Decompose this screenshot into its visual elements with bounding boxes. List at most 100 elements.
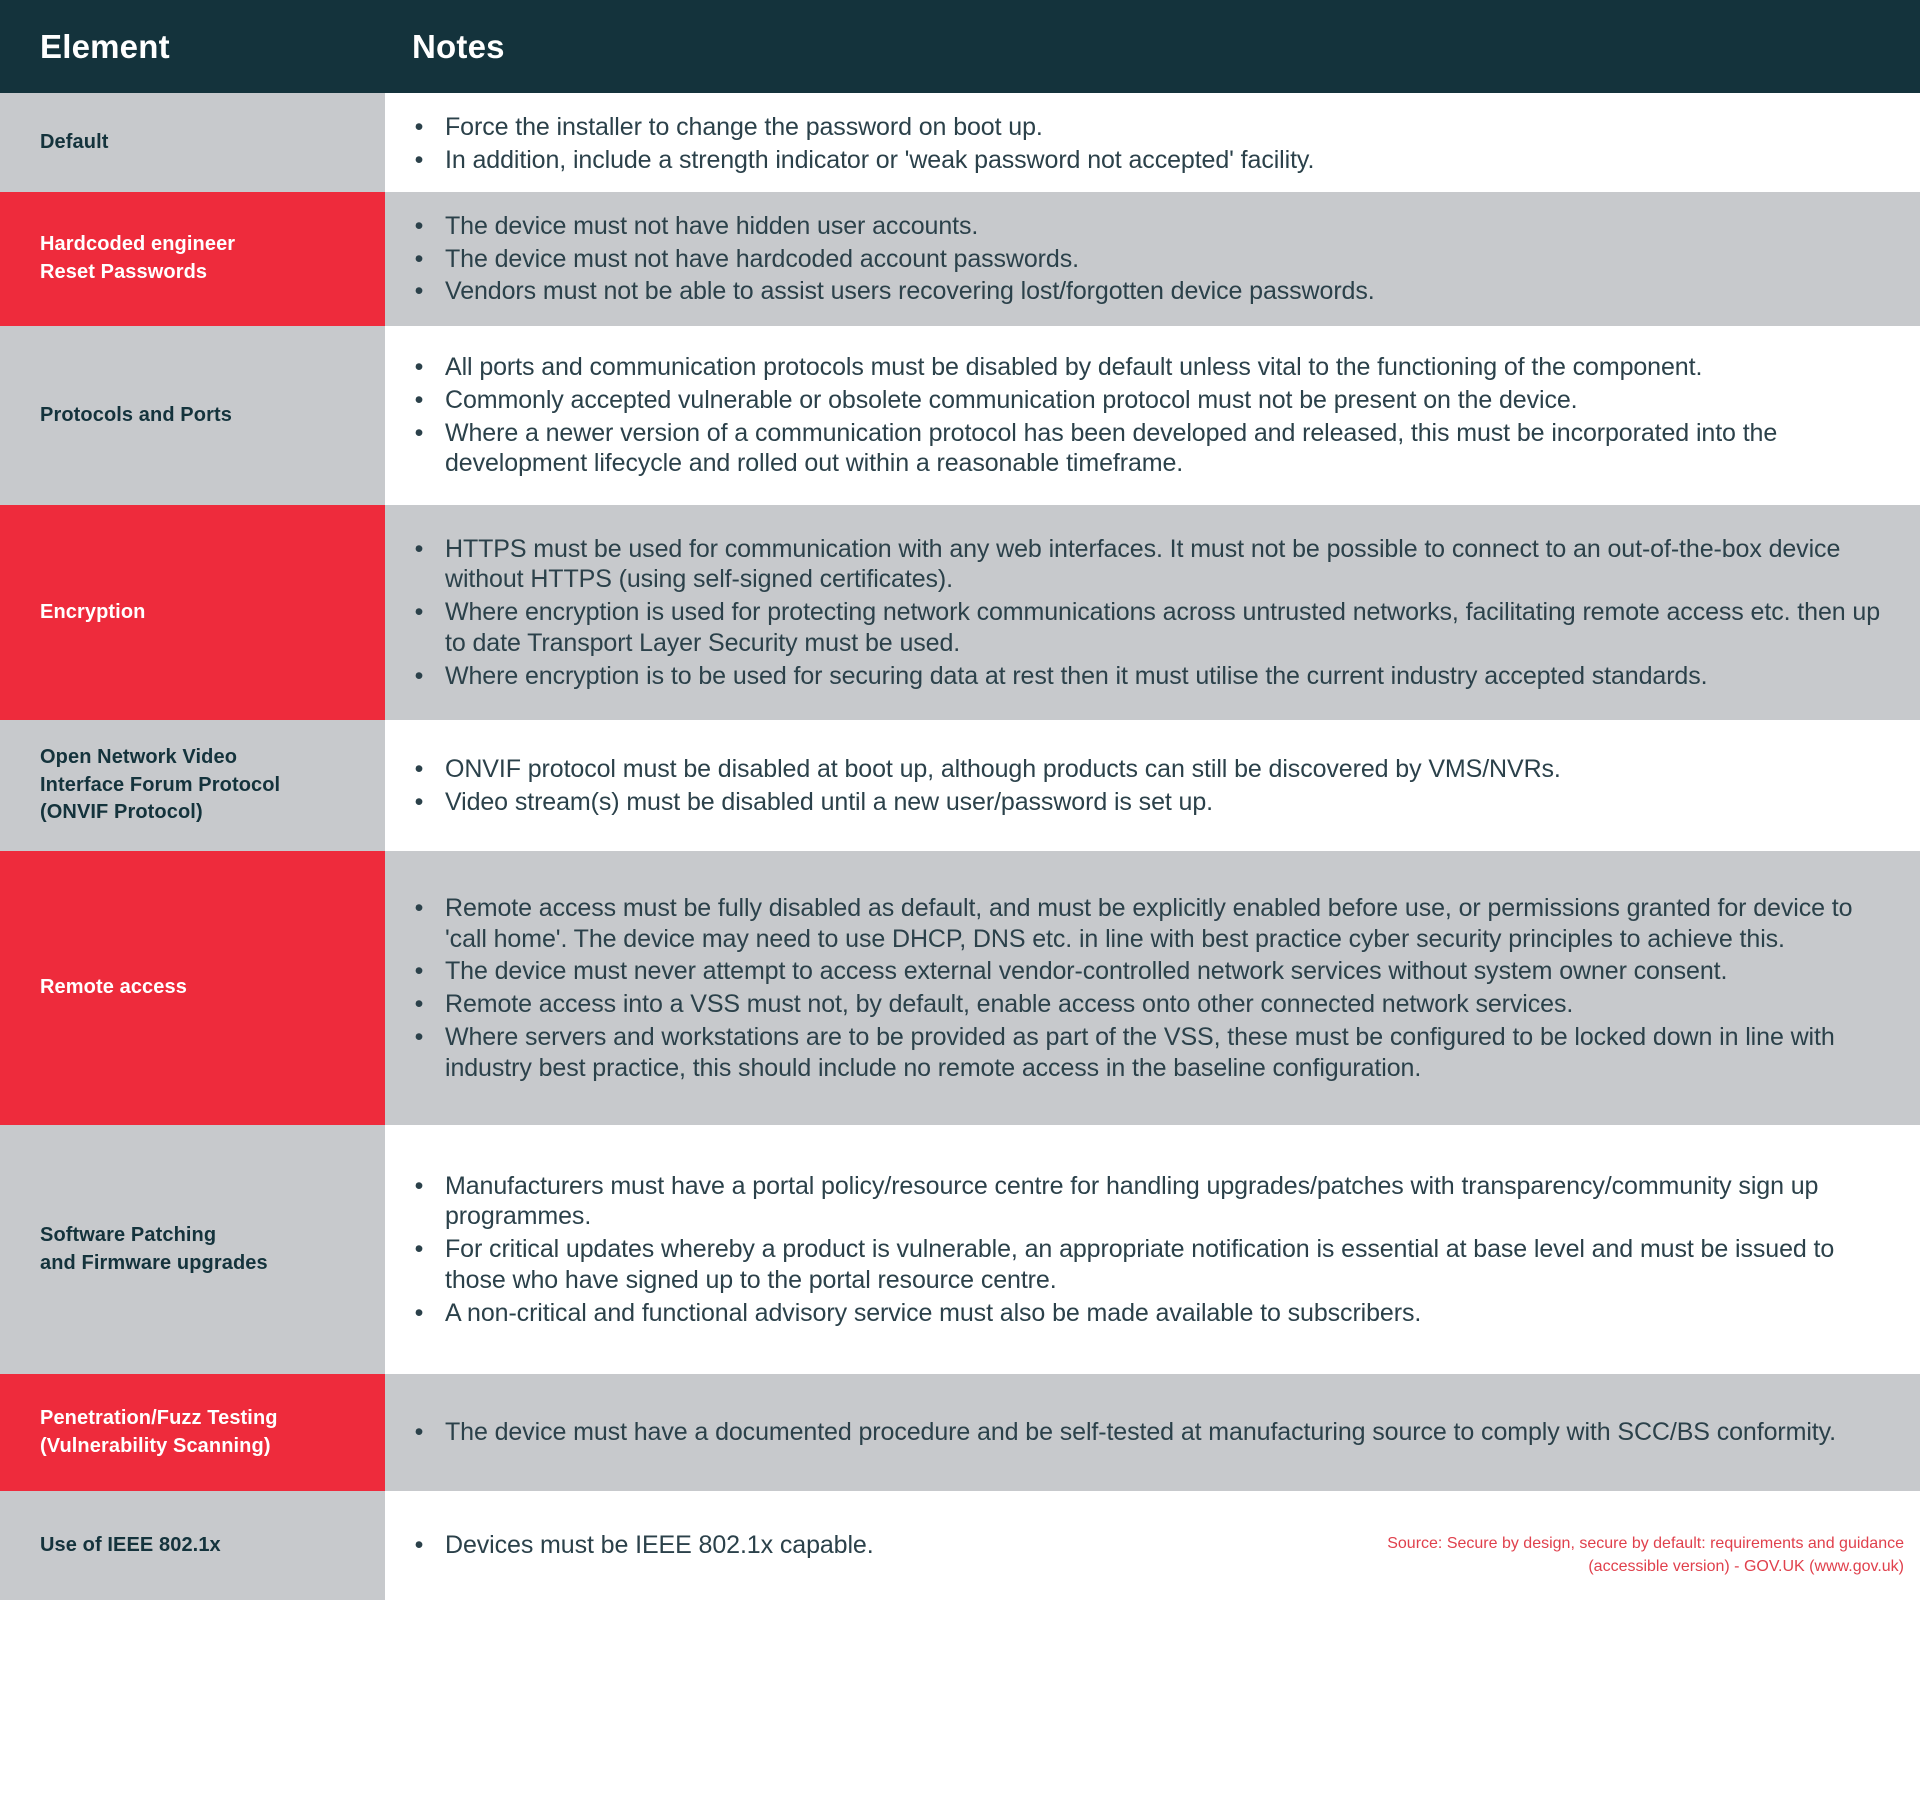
table-row: Encryption • HTTPS must be used for commun… <box>0 505 1920 720</box>
note-item: • The device must have a documented proce… <box>413 1417 1892 1448</box>
table-row: Remote access • Remote access must be full… <box>0 851 1920 1125</box>
note-text: Manufacturers must have a portal policy/… <box>445 1171 1819 1231</box>
note-item: • Where a newer version of a communicatio… <box>413 418 1892 480</box>
note-item: • The device must not have hardcoded acco… <box>413 244 1892 275</box>
element-label: Protocols and Ports <box>40 403 232 426</box>
element-label: Use of IEEE 802.1x <box>40 1533 221 1556</box>
notes-list: • Manufacturers must have a portal policy… <box>413 1171 1892 1329</box>
note-item: • A non-critical and functional advisory … <box>413 1298 1892 1329</box>
element-cell: Software Patching and Firmware upgrades <box>0 1125 385 1374</box>
bullet-icon: • <box>414 661 424 690</box>
note-item: • Where encryption is used for protecting… <box>413 597 1892 659</box>
element-label: Hardcoded engineer Reset Passwords <box>40 233 236 283</box>
notes-list: • The device must have a documented proce… <box>413 1417 1892 1448</box>
element-label: Encryption <box>40 600 146 623</box>
bullet-icon: • <box>414 418 424 447</box>
notes-cell: • Remote access must be fully disabled as… <box>385 851 1920 1125</box>
notes-cell: • Devices must be IEEE 802.1x capable. Sou… <box>385 1491 1920 1600</box>
table-row: Software Patching and Firmware upgrades • M… <box>0 1125 1920 1374</box>
bullet-icon: • <box>414 112 424 141</box>
note-item: • Commonly accepted vulnerable or obsolet… <box>413 385 1892 416</box>
element-cell: Encryption <box>0 505 385 720</box>
element-label: Remote access <box>40 976 187 999</box>
note-text: Video stream(s) must be disabled until a… <box>445 787 1214 816</box>
note-item: • The device must not have hidden user ac… <box>413 211 1892 242</box>
notes-list: • The device must not have hidden user ac… <box>413 211 1892 307</box>
element-label: Open Network Video Interface Forum Protoc… <box>40 746 281 824</box>
bullet-icon: • <box>414 145 424 174</box>
note-item: • HTTPS must be used for communication wi… <box>413 534 1892 596</box>
bullet-icon: • <box>414 385 424 414</box>
note-text: The device must not have hidden user acc… <box>445 211 979 240</box>
element-label: Software Patching and Firmware upgrades <box>40 1223 268 1274</box>
element-cell: Use of IEEE 802.1x <box>0 1491 385 1600</box>
note-text: Force the installer to change the passwo… <box>445 112 1043 141</box>
source-citation: Source: Secure by design, secure by defa… <box>1387 1534 1904 1575</box>
bullet-icon: • <box>414 244 424 273</box>
table-row: Use of IEEE 802.1x • Devices must be IEEE … <box>0 1491 1920 1600</box>
note-item: • Video stream(s) must be disabled until … <box>413 787 1892 818</box>
note-text: Remote access into a VSS must not, by de… <box>445 990 1574 1018</box>
bullet-icon: • <box>414 1418 424 1447</box>
note-text: HTTPS must be used for communication wit… <box>445 534 1841 594</box>
note-item: • For critical updates whereby a product … <box>413 1234 1892 1296</box>
notes-list: • HTTPS must be used for communication wi… <box>413 534 1892 692</box>
notes-cell: • The device must have a documented proce… <box>385 1374 1920 1491</box>
bullet-icon: • <box>414 1298 424 1327</box>
note-text: Remote access must be fully disabled as … <box>445 893 1853 953</box>
note-text: Where encryption is used for protecting … <box>445 598 1881 657</box>
note-item: • Vendors must not be able to assist user… <box>413 276 1892 307</box>
bullet-icon: • <box>414 990 424 1018</box>
note-text: Commonly accepted vulnerable or obsolete… <box>445 385 1578 414</box>
note-item: • Remote access must be fully disabled as… <box>413 893 1892 955</box>
element-cell: Open Network Video Interface Forum Protoc… <box>0 720 385 851</box>
element-cell: Penetration/Fuzz Testing (Vulnerability S… <box>0 1374 385 1491</box>
bullet-icon: • <box>414 957 424 986</box>
bullet-icon: • <box>414 1022 424 1051</box>
bullet-icon: • <box>414 1531 424 1560</box>
bullet-icon: • <box>414 1171 424 1200</box>
note-text: Where encryption is to be used for secur… <box>445 661 1708 690</box>
table-row: Default • Force the installer to change th… <box>0 93 1920 192</box>
note-text: Vendors must not be able to assist users… <box>445 277 1375 306</box>
element-cell: Default <box>0 93 385 192</box>
element-cell: Protocols and Ports <box>0 326 385 505</box>
bullet-icon: • <box>414 534 424 563</box>
note-text: The device must never attempt to access … <box>445 957 1728 986</box>
notes-cell: • ONVIF protocol must be disabled at boot… <box>385 720 1920 851</box>
note-item: • ONVIF protocol must be disabled at boot… <box>413 754 1892 785</box>
notes-cell: • HTTPS must be used for communication wi… <box>385 505 1920 720</box>
note-text: Where servers and workstations are to be… <box>445 1022 1835 1082</box>
note-item: • Remote access into a VSS must not, by d… <box>413 989 1892 1020</box>
note-item: • Where servers and workstations are to b… <box>413 1022 1892 1084</box>
note-item: • In addition, include a strength indicat… <box>413 145 1892 176</box>
table-row: Protocols and Ports • All ports and commun… <box>0 326 1920 505</box>
element-cell: Hardcoded engineer Reset Passwords <box>0 192 385 326</box>
element-label: Default <box>40 130 109 153</box>
notes-cell: • Manufacturers must have a portal policy… <box>385 1125 1920 1374</box>
note-item: • The device must never attempt to access… <box>413 956 1892 987</box>
note-text: In addition, include a strength indicato… <box>445 145 1315 174</box>
bullet-icon: • <box>414 598 424 627</box>
notes-list: • ONVIF protocol must be disabled at boot… <box>413 754 1892 818</box>
note-item: • Force the installer to change the passw… <box>413 112 1892 143</box>
note-text: A non-critical and functional advisory s… <box>445 1298 1422 1327</box>
note-text: ONVIF protocol must be disabled at boot … <box>445 754 1561 783</box>
notes-cell: • Force the installer to change the passw… <box>385 93 1920 192</box>
requirements-table: Element Notes Default • Force the installe… <box>0 0 1920 1800</box>
bullet-icon: • <box>414 1235 424 1264</box>
table-body: Default • Force the installer to change th… <box>0 93 1920 1800</box>
notes-list: • Remote access must be fully disabled as… <box>413 893 1892 1084</box>
bullet-icon: • <box>414 787 424 816</box>
bullet-icon: • <box>414 893 424 922</box>
bullet-icon: • <box>414 277 424 306</box>
table-header-row: Element Notes <box>0 0 1920 93</box>
note-text: Devices must be IEEE 802.1x capable. <box>445 1531 874 1560</box>
table-row: Hardcoded engineer Reset Passwords • The de… <box>0 192 1920 326</box>
note-text: For critical updates whereby a product i… <box>445 1235 1835 1294</box>
notes-list: • All ports and communication protocols m… <box>413 352 1892 479</box>
note-text: The device must not have hardcoded accou… <box>445 244 1079 273</box>
element-cell: Remote access <box>0 851 385 1125</box>
notes-cell: • All ports and communication protocols m… <box>385 326 1920 505</box>
bullet-icon: • <box>414 211 424 240</box>
